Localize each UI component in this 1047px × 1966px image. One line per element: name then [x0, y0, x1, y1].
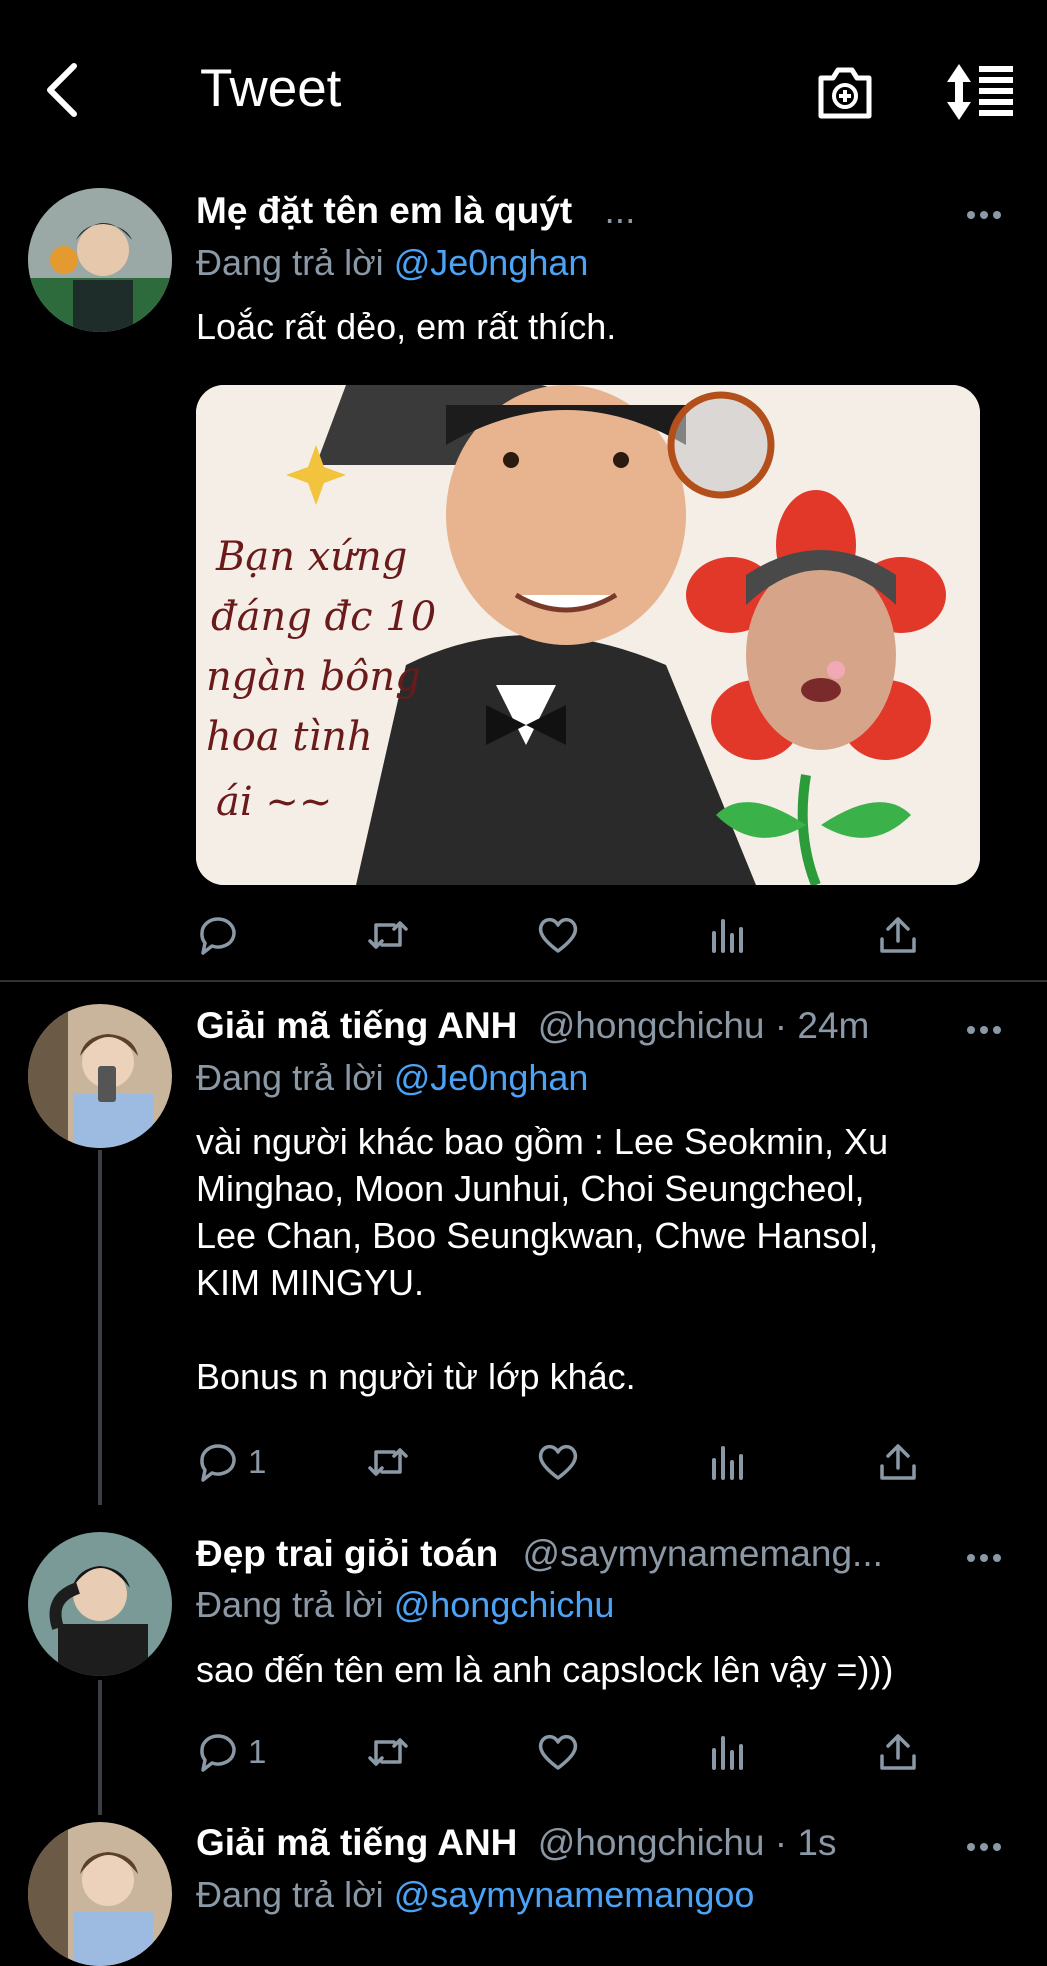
tweet-1[interactable]: Mẹ đặt tên em là quýt ... Đang trả lời @… [0, 0, 1047, 980]
reply-prefix: Đang trả lời [196, 1874, 384, 1915]
text-line: KIM MINGYU. [196, 1262, 425, 1303]
more-options-icon[interactable] [967, 206, 1007, 220]
like-button[interactable] [536, 1437, 580, 1487]
more-options-icon[interactable] [967, 1549, 1007, 1563]
tweet-actions: 1 [196, 1437, 956, 1487]
like-button[interactable] [536, 1727, 580, 1777]
share-icon [880, 917, 916, 953]
analytics-icon [712, 1446, 743, 1480]
handle-meta: ... [604, 190, 636, 231]
retweet-button[interactable] [366, 1727, 410, 1777]
reply-button[interactable]: 1 [196, 1727, 266, 1777]
retweet-icon [368, 1738, 408, 1766]
more-options-icon[interactable] [967, 1021, 1007, 1035]
reply-prefix: Đang trả lời [196, 1057, 384, 1098]
analytics-button[interactable] [706, 1437, 750, 1487]
svg-text:ái ~~: ái ~~ [216, 779, 332, 825]
reply-count: 1 [248, 1443, 267, 1480]
svg-text:ngàn bông: ngàn bông [206, 654, 421, 700]
heart-icon [538, 1734, 578, 1770]
reply-button[interactable] [196, 910, 240, 960]
share-icon [880, 1444, 916, 1480]
like-button[interactable] [536, 910, 580, 960]
replying-to: Đang trả lời @Je0nghan [196, 1057, 588, 1099]
reply-prefix: Đang trả lời [196, 1584, 384, 1625]
reply-mention-link[interactable]: @saymynamemangoo [394, 1874, 755, 1915]
display-name[interactable]: Đẹp trai giỏi toán [196, 1533, 498, 1574]
divider [0, 980, 1047, 982]
replying-to: Đang trả lời @hongchichu [196, 1584, 614, 1626]
share-button[interactable] [876, 910, 920, 960]
svg-text:Bạn xứng: Bạn xứng [215, 534, 407, 580]
analytics-button[interactable] [706, 1727, 750, 1777]
handle-meta: @hongchichu · 1s [537, 1822, 837, 1863]
replying-to: Đang trả lời @Je0nghan [196, 242, 588, 284]
retweet-icon [368, 1448, 408, 1476]
reply-count: 1 [248, 1733, 267, 1770]
share-button[interactable] [876, 1727, 920, 1777]
text-line: Lee Chan, Boo Seungkwan, Chwe Hansol, [196, 1215, 879, 1256]
reply-mention-link[interactable]: @hongchichu [394, 1584, 615, 1625]
more-options-icon[interactable] [967, 1838, 1007, 1852]
analytics-button[interactable] [706, 910, 750, 960]
reply-icon [200, 1734, 236, 1772]
reply-icon [200, 1444, 236, 1482]
avatar[interactable] [28, 1822, 172, 1966]
text-line: Bonus n người từ lớp khác. [196, 1356, 636, 1397]
reply-icon [200, 917, 236, 955]
share-icon [880, 1734, 916, 1770]
svg-text:đáng đc 10: đáng đc 10 [211, 594, 436, 640]
tweet-text: Loắc rất dẻo, em rất thích. [196, 306, 617, 347]
replying-to: Đang trả lời @saymynamemangoo [196, 1874, 754, 1916]
analytics-icon [712, 1736, 743, 1770]
tweet-actions [196, 910, 956, 960]
heart-icon [538, 1444, 578, 1480]
heart-icon [538, 917, 578, 953]
reply-mention-link[interactable]: @Je0nghan [394, 1057, 589, 1098]
tweet-text: sao đến tên em là anh capslock lên vậy =… [196, 1649, 894, 1690]
avatar[interactable] [28, 188, 172, 332]
reply-mention-link[interactable]: @Je0nghan [394, 242, 589, 283]
text-line: vài người khác bao gồm : Lee Seokmin, Xu [196, 1121, 889, 1162]
retweet-icon [368, 921, 408, 949]
handle-meta: @hongchichu · 24m [537, 1005, 870, 1046]
retweet-button[interactable] [366, 910, 410, 960]
thread-line [98, 1680, 102, 1815]
reply-button[interactable]: 1 [196, 1437, 266, 1487]
text-line: Minghao, Moon Junhui, Choi Seungcheol, [196, 1168, 865, 1209]
svg-text:hoa tình: hoa tình [206, 714, 373, 760]
display-name[interactable]: Mẹ đặt tên em là quýt [196, 190, 572, 231]
analytics-icon [712, 919, 743, 953]
avatar[interactable] [28, 1532, 172, 1676]
tweet-text: vài người khác bao gồm : Lee Seokmin, Xu… [196, 1118, 1007, 1400]
tweet-image[interactable]: Bạn xứng đáng đc 10 ngàn bông hoa tình á… [196, 385, 980, 885]
share-button[interactable] [876, 1437, 920, 1487]
display-name[interactable]: Giải mã tiếng ANH [196, 1005, 517, 1046]
tweet-actions: 1 [196, 1727, 956, 1777]
retweet-button[interactable] [366, 1437, 410, 1487]
reply-prefix: Đang trả lời [196, 242, 384, 283]
avatar[interactable] [28, 1004, 172, 1148]
handle-meta: @saymynamemang... [522, 1533, 883, 1574]
thread-line [98, 1150, 102, 1505]
display-name[interactable]: Giải mã tiếng ANH [196, 1822, 517, 1863]
text-line [196, 1306, 1007, 1353]
